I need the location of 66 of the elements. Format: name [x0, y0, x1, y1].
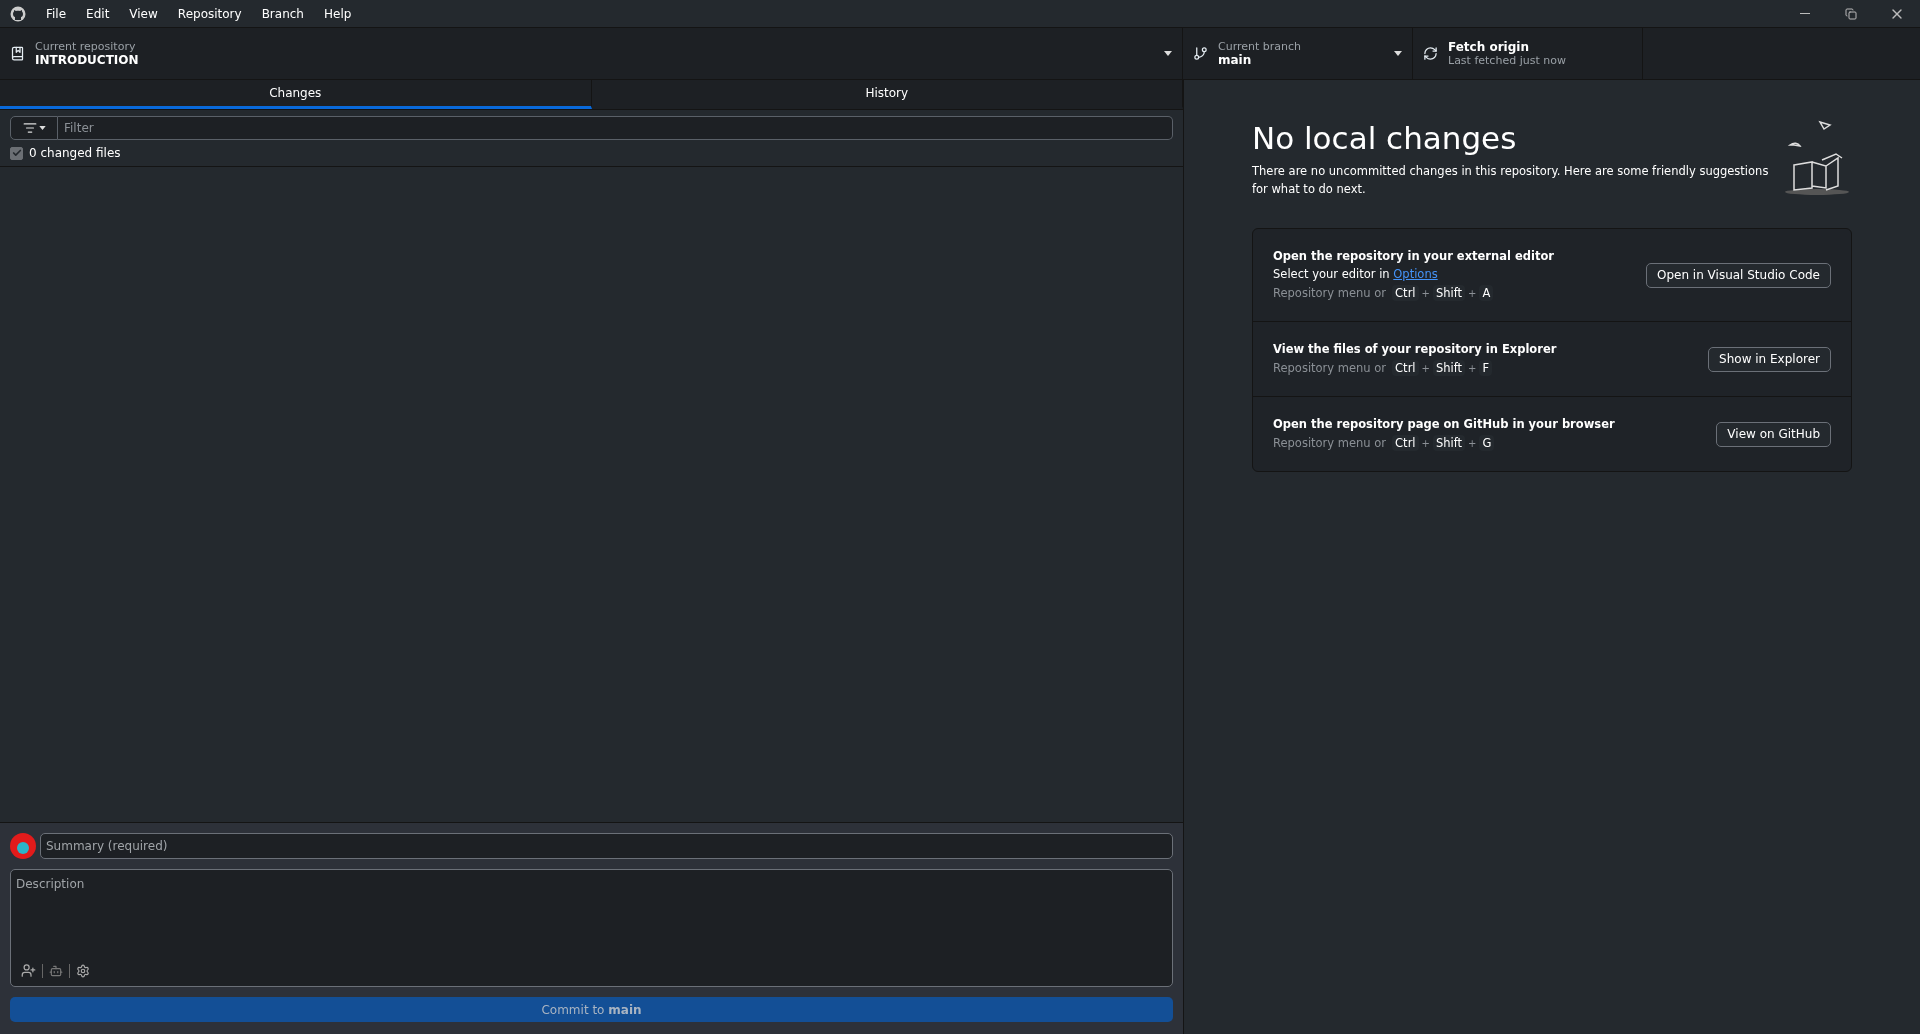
settings-icon[interactable]: [76, 963, 90, 978]
fetch-title: Fetch origin: [1448, 40, 1530, 54]
fetch-status: Last fetched just now: [1448, 54, 1567, 67]
plus-sign: +: [1468, 362, 1477, 374]
suggestion-button[interactable]: View on GitHub: [1716, 421, 1831, 447]
summary-field[interactable]: Summary (required): [40, 833, 1173, 859]
description-field[interactable]: Description: [10, 869, 1173, 987]
keyboard-key: Shift: [1432, 285, 1466, 301]
keyboard-key: F: [1479, 360, 1493, 376]
minimize-icon: [1800, 13, 1810, 14]
avatar: [10, 833, 36, 859]
plus-sign: +: [1468, 287, 1477, 299]
tab[interactable]: Changes: [0, 80, 592, 109]
shortcut-text: Repository menu or: [1273, 361, 1387, 375]
caret-icon: [1394, 51, 1402, 56]
suggestion-hint: Select your editor in Options: [1273, 267, 1439, 281]
menu-item[interactable]: Edit: [76, 6, 120, 21]
branch-selector[interactable]: Current branch main: [1183, 28, 1413, 79]
shortcut-text: Repository menu or: [1273, 436, 1387, 450]
filter-icon: [22, 121, 37, 135]
suggestion-button[interactable]: Show in Explorer: [1708, 346, 1831, 372]
commit-button[interactable]: Commit to main: [10, 997, 1173, 1022]
suggestion-button[interactable]: Open in Visual Studio Code: [1646, 262, 1831, 288]
keyboard-key: A: [1479, 285, 1494, 301]
filter-field[interactable]: Filter: [58, 116, 1173, 140]
refresh-icon: [1423, 46, 1438, 61]
toolbar-label: Current branch: [1218, 40, 1303, 53]
restore-icon: [1845, 7, 1857, 20]
menu-item[interactable]: View: [119, 6, 168, 21]
keyboard-key: Shift: [1432, 360, 1466, 376]
plus-sign: +: [1468, 437, 1477, 449]
menu-item[interactable]: Repository: [167, 6, 252, 21]
select-all-checkbox[interactable]: [10, 146, 23, 160]
fetch-button[interactable]: Fetch origin Last fetched just now: [1413, 28, 1643, 79]
empty-state-text: There are no uncommitted changes in this repository. Here are some friendly suggestions for what to do next.: [1252, 163, 1770, 198]
plus-sign: +: [1421, 287, 1430, 299]
caret-icon: [38, 126, 46, 130]
menu-item[interactable]: File: [36, 6, 77, 21]
robot-icon[interactable]: [49, 963, 63, 978]
empty-state-title: No local changes: [1252, 120, 1518, 156]
keyboard-key: Ctrl: [1392, 360, 1419, 376]
app-logo-icon: [10, 5, 26, 22]
plus-sign: +: [1421, 362, 1430, 374]
changed-files-count: 0 changed files: [29, 146, 121, 160]
menu-item[interactable]: Help: [313, 6, 362, 21]
keyboard-key: Shift: [1432, 435, 1466, 451]
repository-icon: [10, 46, 25, 61]
suggestion-title: Open the repository in your external editor: [1273, 249, 1554, 263]
repository-selector[interactable]: Current repository INTRODUCTION: [0, 28, 1183, 79]
repository-name: INTRODUCTION: [35, 53, 140, 67]
menu-item[interactable]: Branch: [251, 6, 314, 21]
suggestion-title: Open the repository page on GitHub in your browser: [1273, 417, 1615, 431]
shortcut-text: Repository menu or: [1273, 286, 1387, 300]
toolbar-label: Current repository: [35, 40, 137, 53]
caret-icon: [1164, 51, 1172, 56]
plus-sign: +: [1421, 437, 1430, 449]
branch-icon: [1193, 46, 1208, 61]
add-coauthor-icon[interactable]: [21, 963, 36, 978]
filter-options-button[interactable]: [10, 116, 58, 140]
keyboard-key: G: [1479, 435, 1495, 451]
branch-name: main: [1218, 53, 1253, 67]
options-link[interactable]: Options: [1393, 267, 1438, 281]
description-input[interactable]: Description: [11, 870, 1172, 963]
keyboard-key: Ctrl: [1392, 285, 1419, 301]
keyboard-key: Ctrl: [1392, 435, 1419, 451]
suggestion-title: View the files of your repository in Explorer: [1273, 342, 1557, 356]
